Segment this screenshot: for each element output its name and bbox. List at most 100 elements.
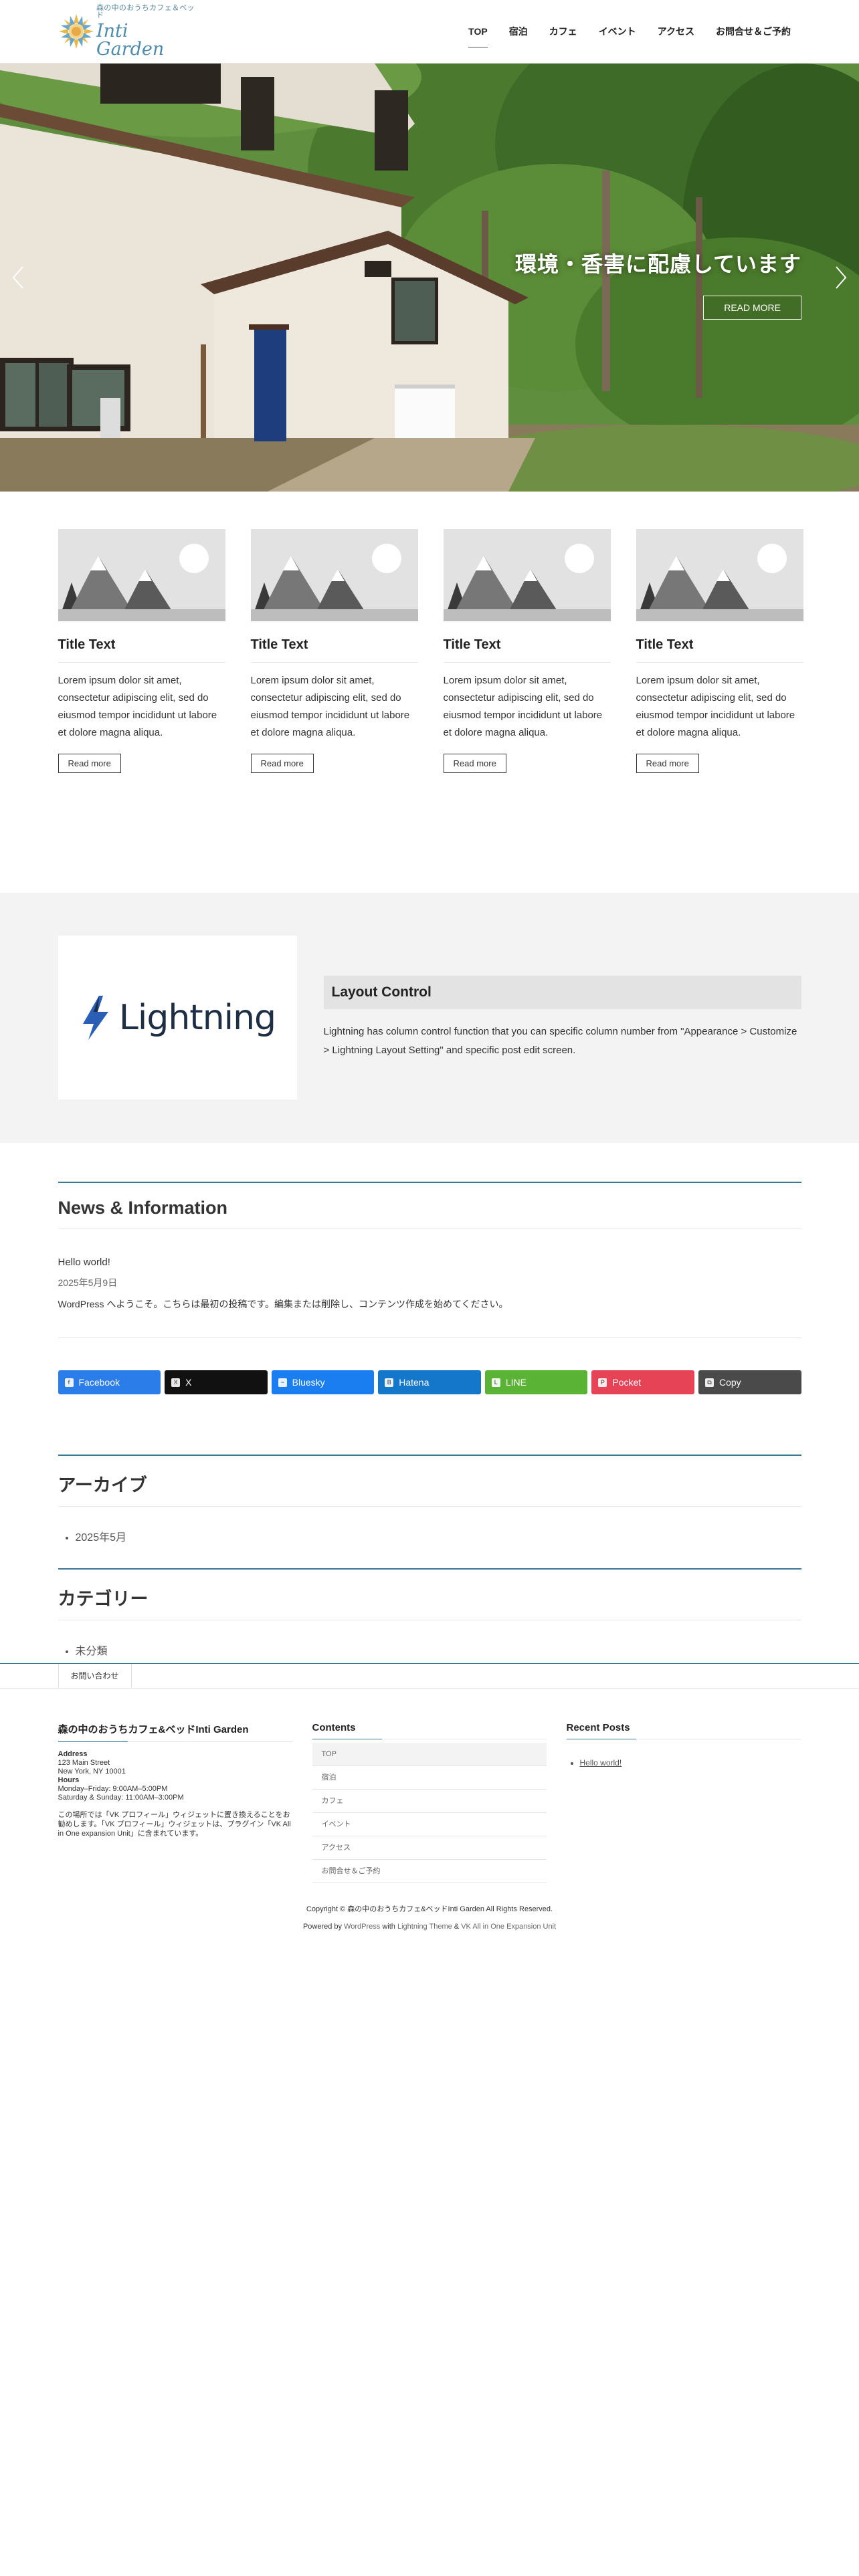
post-excerpt: WordPress へようこそ。こちらは最初の投稿です。編集または削除し、コンテ… [58, 1299, 508, 1309]
share-buttons: f Facebook XX ~ Bluesky B Hatena L LINE P Poc… [58, 1370, 801, 1394]
archive-item[interactable]: 2025年5月 [76, 1528, 801, 1544]
site-footer: 森の中のおうちカフェ&ベッドInti Garden Address 123 Ma… [0, 1689, 859, 1935]
news-post: Hello world! 2025年5月9日 WordPress へようこそ。こ… [58, 1228, 801, 1338]
card-placeholder-image [58, 529, 225, 621]
card-title: Title Text [58, 637, 225, 663]
share-pocket-button[interactable]: P Pocket [591, 1370, 694, 1394]
card-body: Lorem ipsum dolor sit amet, consectetur … [58, 675, 217, 738]
feature-card: Title Text Lorem ipsum dolor sit amet, c… [443, 529, 611, 773]
feature-card: Title Text Lorem ipsum dolor sit amet, c… [250, 529, 418, 773]
hero-heading: 環境・香害に配慮しています [514, 252, 801, 276]
slider-prev-button[interactable] [9, 264, 27, 291]
hero-slider: 環境・香害に配慮しています READ MORE [0, 64, 859, 492]
card-placeholder-image [636, 529, 803, 621]
footer-contact-link[interactable]: お問い合わせ [58, 1664, 132, 1688]
footer-menu-item[interactable]: TOP [312, 1743, 547, 1766]
powered-with: with [382, 1923, 395, 1931]
footer-recent-title: Recent Posts [566, 1722, 801, 1739]
card-read-more-button[interactable]: Read more [636, 754, 699, 773]
footer-about-title: 森の中のおうちカフェ&ベッドInti Garden [58, 1722, 292, 1742]
footer-nav: お問い合わせ [0, 1663, 859, 1689]
share-facebook-button[interactable]: f Facebook [58, 1370, 161, 1394]
recent-post-link[interactable]: Hello world! [580, 1758, 622, 1767]
hours-line: Saturday & Sunday: 11:00AM–3:00PM [58, 1794, 184, 1802]
chevron-left-icon [12, 266, 23, 289]
post-title-link[interactable]: Hello world! [58, 1257, 801, 1268]
share-hatena-button[interactable]: B Hatena [378, 1370, 481, 1394]
powered-by: Powered by WordPress with Lightning Them… [0, 1918, 859, 1935]
site-logo[interactable]: 森の中のおうちカフェ＆ベッド Inti Garden [58, 5, 195, 58]
card-placeholder-image [250, 529, 418, 621]
nav-access[interactable]: アクセス [647, 0, 705, 64]
footer-contents-widget: Contents TOP 宿泊 カフェ イベント アクセス お問合せ＆ご予約 [312, 1722, 547, 1883]
footer-recent-posts-widget: Recent Posts Hello world! [566, 1722, 801, 1883]
category-widget: カテゴリー 未分類 [58, 1544, 801, 1658]
feature-cards: Title Text Lorem ipsum dolor sit amet, c… [0, 492, 859, 893]
share-bluesky-button[interactable]: ~ Bluesky [271, 1370, 375, 1394]
footer-about-note: この場所では「VK プロフィール」ウィジェットに置き換えることをお勧めします。「… [58, 1811, 291, 1838]
nav-stay[interactable]: 宿泊 [498, 0, 539, 64]
footer-menu-item[interactable]: 宿泊 [312, 1766, 547, 1790]
card-read-more-button[interactable]: Read more [443, 754, 506, 773]
layout-control-body: Lightning has column control function th… [323, 1026, 797, 1056]
footer-menu-item[interactable]: アクセス [312, 1836, 547, 1860]
share-label: Pocket [612, 1377, 642, 1388]
bluesky-icon: ~ [278, 1378, 287, 1387]
nav-event[interactable]: イベント [588, 0, 647, 64]
archive-widget: アーカイブ 2025年5月 [58, 1394, 801, 1544]
powered-amp: & [454, 1923, 460, 1931]
card-title: Title Text [250, 637, 418, 663]
card-placeholder-image [443, 529, 611, 621]
lightning-logo-image: Lightning [58, 936, 297, 1099]
sun-logo-icon [59, 14, 94, 49]
archive-heading: アーカイブ [58, 1455, 801, 1507]
share-label: Facebook [78, 1377, 120, 1388]
site-header: 森の中のおうちカフェ＆ベッド Inti Garden TOP 宿泊 カフェ イベ… [0, 0, 859, 64]
share-label: Bluesky [292, 1377, 325, 1388]
hours-label: Hours [58, 1776, 80, 1784]
category-heading: カテゴリー [58, 1568, 801, 1620]
vk-expansion-link[interactable]: VK All in One Expansion Unit [461, 1923, 556, 1931]
facebook-icon: f [64, 1378, 74, 1387]
lightning-bolt-icon [82, 995, 108, 1040]
card-read-more-button[interactable]: Read more [58, 754, 121, 773]
feature-card: Title Text Lorem ipsum dolor sit amet, c… [636, 529, 803, 773]
card-title: Title Text [636, 637, 803, 663]
wordpress-link[interactable]: WordPress [344, 1923, 380, 1931]
hours-line: Monday–Friday: 9:00AM–5:00PM [58, 1785, 168, 1793]
footer-contents-title: Contents [312, 1722, 547, 1739]
lightning-logo-text: Lightning [118, 997, 276, 1038]
lightning-theme-link[interactable]: Lightning Theme [397, 1923, 452, 1931]
footer-menu-item[interactable]: イベント [312, 1813, 547, 1836]
x-icon: X [171, 1378, 181, 1387]
share-label: X [185, 1377, 192, 1388]
layout-control-section: Lightning Layout Control Lightning has c… [0, 893, 859, 1143]
share-x-button[interactable]: XX [165, 1370, 268, 1394]
layout-control-title: Layout Control [323, 976, 801, 1009]
footer-menu-item[interactable]: カフェ [312, 1790, 547, 1813]
pocket-icon: P [598, 1378, 607, 1387]
post-date: 2025年5月9日 [58, 1277, 118, 1288]
share-copy-button[interactable]: ⧉ Copy [698, 1370, 801, 1394]
slider-next-button[interactable] [832, 264, 850, 291]
feature-card: Title Text Lorem ipsum dolor sit amet, c… [58, 529, 225, 773]
global-nav: TOP 宿泊 カフェ イベント アクセス お問合せ＆ご予約 [458, 0, 801, 64]
card-read-more-button[interactable]: Read more [250, 754, 314, 773]
address-label: Address [58, 1750, 88, 1758]
hatena-icon: B [385, 1378, 394, 1387]
address-line: New York, NY 10001 [58, 1767, 126, 1776]
address-line: 123 Main Street [58, 1759, 110, 1767]
card-body: Lorem ipsum dolor sit amet, consectetur … [443, 675, 603, 738]
logo-title: Inti Garden [96, 21, 165, 60]
news-section: News & Information Hello world! 2025年5月9… [58, 1143, 801, 1394]
nav-contact[interactable]: お問合せ＆ご予約 [705, 0, 801, 64]
share-line-button[interactable]: L LINE [484, 1370, 588, 1394]
hero-read-more-button[interactable]: READ MORE [703, 296, 801, 320]
category-item[interactable]: 未分類 [76, 1642, 801, 1658]
nav-top[interactable]: TOP [458, 0, 498, 64]
nav-cafe[interactable]: カフェ [539, 0, 588, 64]
share-label: LINE [505, 1377, 527, 1388]
news-heading: News & Information [58, 1182, 801, 1228]
footer-menu-item[interactable]: お問合せ＆ご予約 [312, 1860, 547, 1883]
card-body: Lorem ipsum dolor sit amet, consectetur … [636, 675, 795, 738]
